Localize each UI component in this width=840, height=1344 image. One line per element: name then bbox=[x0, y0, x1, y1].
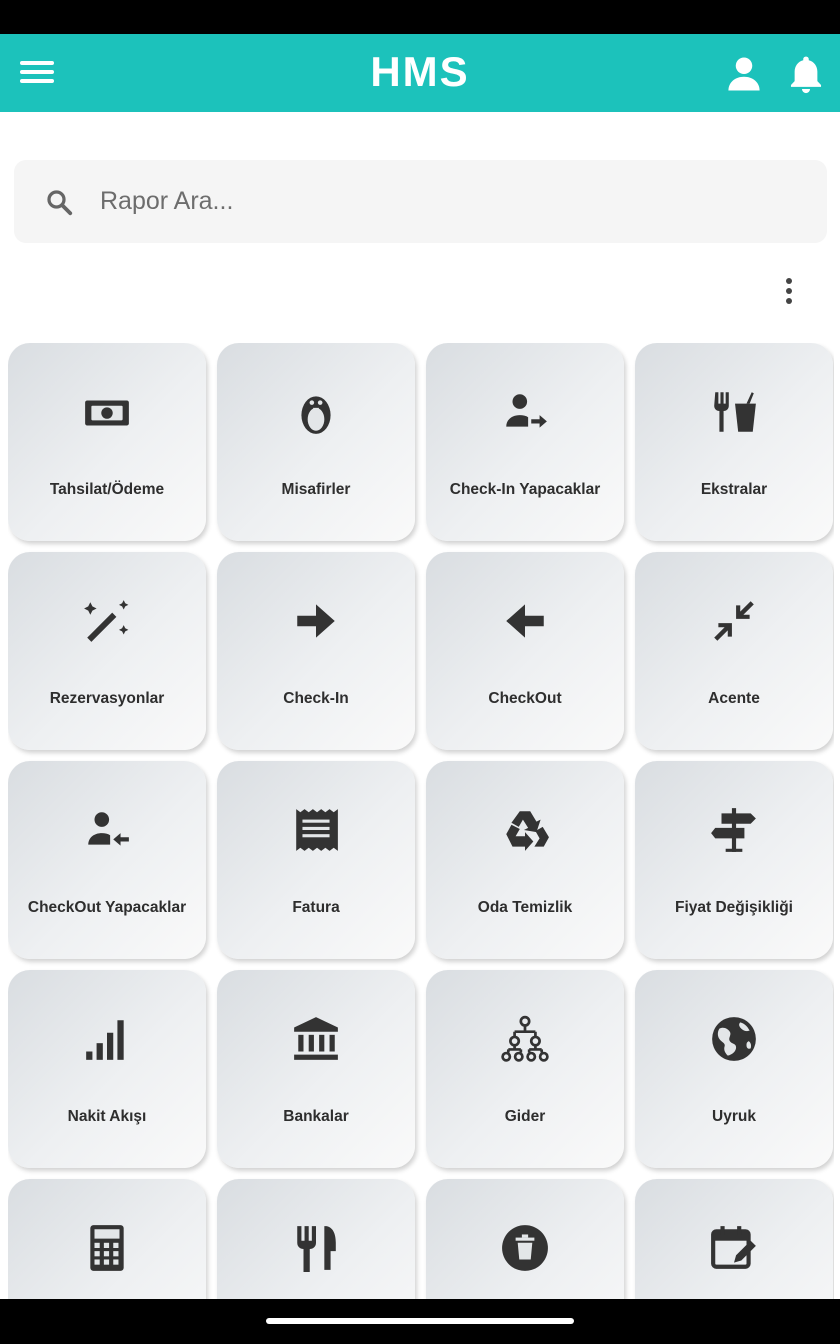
tile-fatura[interactable]: Fatura bbox=[217, 761, 415, 959]
tile-nakit-akisi[interactable]: Nakit Akışı bbox=[8, 970, 206, 1168]
tile-misafirler[interactable]: Misafirler bbox=[217, 343, 415, 541]
person-arrow-left-icon bbox=[82, 805, 132, 855]
tile-uyruk[interactable]: Uyruk bbox=[635, 970, 833, 1168]
hamburger-menu-icon[interactable] bbox=[20, 56, 58, 90]
calculator-icon bbox=[82, 1223, 132, 1273]
magic-wand-icon bbox=[82, 596, 132, 646]
tile-label: Gider bbox=[504, 1108, 546, 1125]
tile-label: Oda Temizlik bbox=[477, 899, 573, 916]
tile-ekstralar[interactable]: Ekstralar bbox=[635, 343, 833, 541]
person-arrow-right-icon bbox=[500, 387, 550, 437]
arrow-left-icon bbox=[500, 596, 550, 646]
signpost-icon bbox=[709, 805, 759, 855]
tile-tahsilat-odeme[interactable]: Tahsilat/Ödeme bbox=[8, 343, 206, 541]
tile-calendar-edit[interactable] bbox=[635, 1179, 833, 1299]
tile-restaurant[interactable] bbox=[217, 1179, 415, 1299]
app-logo: HMS bbox=[370, 48, 470, 95]
tile-label: Acente bbox=[708, 690, 760, 707]
person-icon[interactable] bbox=[722, 52, 766, 96]
penguin-icon bbox=[291, 387, 341, 437]
app-bar: HMS bbox=[0, 34, 840, 112]
tile-acente[interactable]: Acente bbox=[635, 552, 833, 750]
money-bill-icon bbox=[82, 387, 132, 437]
search-icon bbox=[44, 187, 74, 217]
tile-label: Misafirler bbox=[281, 481, 351, 498]
bank-icon bbox=[291, 1014, 341, 1064]
tile-oda-temizlik[interactable]: Oda Temizlik bbox=[426, 761, 624, 959]
search-input[interactable] bbox=[100, 187, 760, 216]
fork-drink-icon bbox=[709, 387, 759, 437]
globe-icon bbox=[709, 1014, 759, 1064]
tile-label: Check-In Yapacaklar bbox=[449, 481, 601, 498]
home-gesture-handle[interactable] bbox=[266, 1318, 574, 1324]
tile-checkout-yapacaklar[interactable]: CheckOut Yapacaklar bbox=[8, 761, 206, 959]
tile-label: Rezervasyonlar bbox=[49, 690, 165, 707]
trash-circle-icon bbox=[500, 1223, 550, 1273]
tile-fiyat-degisikligi[interactable]: Fiyat Değişikliği bbox=[635, 761, 833, 959]
recycle-icon bbox=[500, 805, 550, 855]
hierarchy-icon bbox=[500, 1014, 550, 1064]
notifications-bell-icon[interactable] bbox=[784, 52, 828, 96]
tile-trash[interactable] bbox=[426, 1179, 624, 1299]
tile-check-in-yapacaklar[interactable]: Check-In Yapacaklar bbox=[426, 343, 624, 541]
tile-label: Fatura bbox=[292, 899, 340, 916]
system-nav-bar bbox=[0, 1299, 840, 1344]
tile-label: Uyruk bbox=[712, 1108, 756, 1125]
tile-checkout[interactable]: CheckOut bbox=[426, 552, 624, 750]
search-bar bbox=[14, 160, 827, 243]
tile-calculator[interactable] bbox=[8, 1179, 206, 1299]
tile-label: Nakit Akışı bbox=[67, 1108, 147, 1125]
tile-label: Bankalar bbox=[283, 1108, 349, 1125]
tile-check-in[interactable]: Check-In bbox=[217, 552, 415, 750]
compress-arrows-icon bbox=[709, 596, 759, 646]
arrow-right-icon bbox=[291, 596, 341, 646]
tile-label: Tahsilat/Ödeme bbox=[49, 481, 165, 498]
tile-label: Check-In bbox=[283, 690, 349, 707]
tile-label: CheckOut Yapacaklar bbox=[27, 899, 187, 916]
calendar-edit-icon bbox=[709, 1223, 759, 1273]
tile-gider[interactable]: Gider bbox=[426, 970, 624, 1168]
tile-label: CheckOut bbox=[488, 690, 562, 707]
report-grid: Tahsilat/Ödeme Misafirler Check-In Yapac… bbox=[8, 343, 834, 1299]
restaurant-icon bbox=[291, 1223, 341, 1273]
tile-label: Ekstralar bbox=[700, 481, 768, 498]
signal-bars-icon bbox=[82, 1014, 132, 1064]
tile-label: Fiyat Değişikliği bbox=[674, 899, 793, 916]
status-bar bbox=[0, 0, 840, 34]
more-vert-icon[interactable] bbox=[776, 274, 802, 306]
tile-bankalar[interactable]: Bankalar bbox=[217, 970, 415, 1168]
tile-rezervasyonlar[interactable]: Rezervasyonlar bbox=[8, 552, 206, 750]
receipt-icon bbox=[291, 805, 341, 855]
